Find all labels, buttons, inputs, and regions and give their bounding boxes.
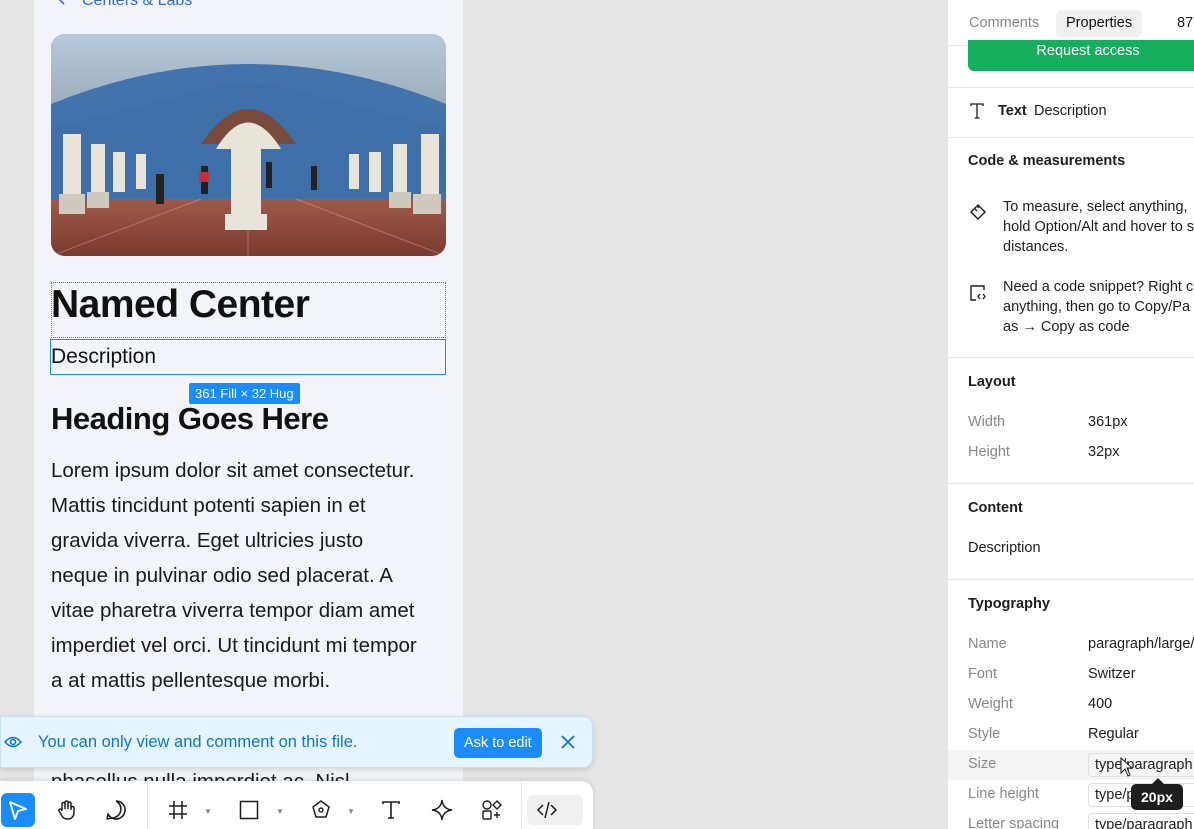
paragraph-line: Lorem ipsum dolor sit amet consectetur. [51, 459, 415, 482]
request-access-button[interactable]: Request access [968, 40, 1194, 71]
bottom-toolbar: ▼ ▼ ▼ [0, 781, 593, 829]
width-value[interactable]: 361px [1088, 414, 1128, 430]
text-icon[interactable] [374, 793, 408, 827]
size-label: Size [968, 756, 997, 772]
actions-icon[interactable] [475, 793, 509, 827]
move-icon[interactable] [1, 793, 35, 827]
eye-icon [3, 735, 23, 754]
description-text[interactable]: Description [51, 344, 156, 370]
rectangle-icon[interactable] [232, 793, 266, 827]
content-value[interactable]: Description [968, 540, 1041, 556]
layer-name: Description [1034, 103, 1107, 119]
line-height-label: Line height [968, 786, 1039, 802]
close-icon[interactable] [559, 733, 577, 756]
paragraph-line: imperdiet vel orci. Ut tincidunt mi temp… [51, 634, 417, 657]
divider [948, 483, 1194, 484]
back-link[interactable]: Centers & Labs [58, 0, 192, 10]
layout-heading: Layout [968, 374, 1016, 390]
properties-panel: Comments Properties 87 Request access Te… [947, 0, 1194, 829]
section-heading[interactable]: Heading Goes Here [51, 400, 329, 438]
size-token-chip[interactable]: type/paragraph [1088, 753, 1194, 777]
code-snippet-icon [969, 284, 987, 307]
body-paragraph[interactable]: Lorem ipsum dolor sit amet consectetur. … [51, 453, 453, 698]
chevron-down-icon[interactable]: ▼ [276, 807, 284, 816]
code-measurements-heading: Code & measurements [968, 153, 1126, 169]
ruler-icon [969, 203, 987, 226]
hand-icon[interactable] [50, 793, 84, 827]
zoom-level[interactable]: 87 [1177, 10, 1193, 37]
width-label: Width [968, 414, 1006, 430]
divider [948, 87, 1194, 88]
toolbar-divider [147, 781, 148, 829]
tab-properties[interactable]: Properties [1056, 10, 1143, 37]
height-value[interactable]: 32px [1088, 444, 1119, 460]
code-snippet-hint: Need a code snippet? Right c anything, t… [1003, 277, 1194, 337]
frame-icon[interactable] [161, 793, 195, 827]
arrow-left-icon [58, 0, 74, 10]
font-value[interactable]: Switzer [1088, 666, 1136, 682]
hint-line: hold Option/Alt and hover to s [1003, 219, 1194, 235]
letter-spacing-token-chip[interactable]: type/paragraph [1088, 813, 1194, 829]
hint-line: as → Copy as code [1003, 319, 1130, 335]
hero-image [51, 34, 446, 256]
letter-spacing-label: Letter spacing [968, 816, 1060, 829]
view-only-banner: You can only view and comment on this fi… [0, 716, 593, 768]
height-label: Height [968, 444, 1010, 460]
hint-line: anything, then go to Copy/Pa [1003, 299, 1191, 315]
layer-type: Text [998, 103, 1027, 119]
paragraph-line: gravida viverra. Eget ultricies justo [51, 529, 364, 552]
banner-message: You can only view and comment on this fi… [38, 733, 358, 751]
comment-icon[interactable] [99, 793, 133, 827]
measure-hint: To measure, select anything, hold Option… [1003, 197, 1194, 257]
divider [948, 357, 1194, 358]
chevron-down-icon[interactable]: ▼ [204, 807, 212, 816]
weight-value[interactable]: 400 [1088, 696, 1112, 712]
typography-heading: Typography [968, 596, 1050, 612]
toolbar-divider [521, 781, 522, 829]
paragraph-line: a at mattis pellentesque morbi. [51, 669, 331, 692]
weight-label: Weight [968, 696, 1013, 712]
hint-line: Need a code snippet? Right c [1003, 279, 1194, 295]
chevron-down-icon[interactable]: ▼ [347, 807, 355, 816]
name-value[interactable]: paragraph/large/ [1088, 636, 1194, 652]
style-value[interactable]: Regular [1088, 726, 1139, 742]
pen-icon[interactable] [304, 793, 338, 827]
pointer-cursor-icon [1120, 756, 1134, 782]
name-label: Name [968, 636, 1007, 652]
divider [948, 137, 1194, 138]
content-heading: Content [968, 500, 1023, 516]
hint-line: To measure, select anything, [1003, 199, 1188, 215]
divider [948, 579, 1194, 580]
paragraph-line: Mattis tincidunt potenti sapien in et [51, 494, 366, 517]
center-title[interactable]: Named Center [51, 282, 310, 328]
tab-comments[interactable]: Comments [969, 10, 1039, 37]
font-label: Font [968, 666, 998, 682]
paragraph-line: vitae pharetra viverra tempor diam amet [51, 599, 415, 622]
dev-mode-icon[interactable] [530, 793, 564, 827]
ask-to-edit-button[interactable]: Ask to edit [454, 728, 542, 758]
back-link-label: Centers & Labs [82, 0, 193, 9]
paragraph-line: neque in pulvinar odio sed placerat. A [51, 564, 393, 587]
value-tooltip: 20px [1131, 778, 1183, 810]
component-icon[interactable] [425, 793, 459, 827]
text-layer-icon [970, 103, 984, 124]
style-label: Style [968, 726, 1001, 742]
hint-line: distances. [1003, 239, 1069, 255]
